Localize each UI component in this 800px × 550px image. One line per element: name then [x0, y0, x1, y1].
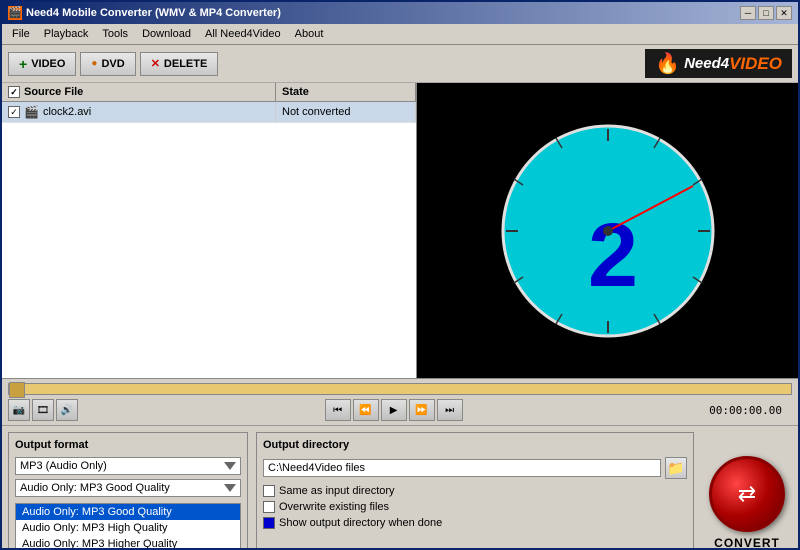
close-button[interactable]: ✕	[776, 6, 792, 20]
window-title: Need4 Mobile Converter (WMV & MP4 Conver…	[26, 7, 281, 19]
convert-button[interactable]: ⇄	[709, 456, 785, 532]
dvd-btn-label: DVD	[101, 58, 124, 70]
delete-icon: ✕	[151, 57, 160, 70]
media-controls: ⏮ ⏪ ▶ ⏩ ⏭	[325, 399, 463, 421]
svg-text:2: 2	[588, 206, 638, 306]
filmstrip-button[interactable]: 🎞	[32, 399, 54, 421]
timecode: 00:00:00.00	[709, 404, 792, 417]
plus-icon: +	[19, 57, 27, 71]
volume-button[interactable]: 🔊	[56, 399, 78, 421]
output-format-panel: Output format MP3 (Audio Only) Audio Onl…	[8, 432, 248, 550]
file-state: Not converted	[282, 106, 350, 118]
file-list-rows: 🎬 clock2.avi Not converted	[2, 102, 416, 378]
dropdown-item-high[interactable]: Audio Only: MP3 High Quality	[16, 520, 240, 536]
add-dvd-button[interactable]: ● DVD	[80, 52, 135, 76]
skip-start-button[interactable]: ⏮	[325, 399, 351, 421]
file-checkbox[interactable]	[8, 106, 20, 118]
add-video-button[interactable]: + VIDEO	[8, 52, 76, 76]
same-as-input-checkbox[interactable]	[263, 485, 275, 497]
title-bar: 🎬 Need4 Mobile Converter (WMV & MP4 Conv…	[2, 2, 798, 24]
file-name: clock2.avi	[43, 106, 91, 118]
same-as-input-label: Same as input directory	[279, 485, 395, 497]
menu-bar: File Playback Tools Download All Need4Vi…	[2, 24, 798, 45]
menu-file[interactable]: File	[6, 26, 36, 42]
maximize-button[interactable]: □	[758, 6, 774, 20]
toolbar: + VIDEO ● DVD ✕ DELETE 🔥 Need4 VIDEO	[2, 45, 798, 83]
rewind-button[interactable]: ⏪	[353, 399, 379, 421]
output-dir-panel: Output directory 📁 Same as input directo…	[256, 432, 694, 550]
output-format-title: Output format	[15, 439, 241, 451]
fast-forward-button[interactable]: ⏩	[409, 399, 435, 421]
show-output-label: Show output directory when done	[279, 517, 442, 529]
video-btn-label: VIDEO	[31, 58, 65, 70]
logo: 🔥 Need4 VIDEO	[645, 49, 792, 78]
seekbar[interactable]	[8, 383, 792, 395]
file-list-header: Source File State	[2, 83, 416, 102]
convert-arrows-icon: ⇄	[738, 481, 756, 507]
overwrite-checkbox[interactable]	[263, 501, 275, 513]
seekbar-area: 📷 🎞 🔊 ⏮ ⏪ ▶ ⏩ ⏭ 00:00:00.00	[2, 378, 798, 425]
delete-button[interactable]: ✕ DELETE	[140, 52, 219, 76]
state-header: State	[276, 83, 416, 101]
menu-about[interactable]: About	[289, 26, 330, 42]
file-icon: 🎬	[24, 105, 39, 119]
quality-dropdown: Audio Only: MP3 Good Quality Audio Only:…	[15, 503, 241, 550]
convert-panel: ⇄ CONVERT	[702, 432, 792, 550]
file-state-cell: Not converted	[276, 102, 416, 122]
table-row[interactable]: 🎬 clock2.avi Not converted	[2, 102, 416, 123]
convert-label: CONVERT	[714, 536, 780, 550]
video-canvas: 2	[448, 111, 768, 351]
menu-all-need4video[interactable]: All Need4Video	[199, 26, 287, 42]
bottom-panels: Output format MP3 (Audio Only) Audio Onl…	[2, 425, 798, 550]
app-icon: 🎬	[8, 6, 22, 20]
flame-icon: 🔥	[655, 51, 680, 76]
overwrite-label: Overwrite existing files	[279, 501, 389, 513]
menu-tools[interactable]: Tools	[96, 26, 134, 42]
minimize-button[interactable]: ─	[740, 6, 756, 20]
screenshot-button[interactable]: 📷	[8, 399, 30, 421]
quality-select[interactable]: Audio Only: MP3 Good Quality	[15, 479, 241, 497]
show-output-checkbox[interactable]	[263, 517, 275, 529]
file-name-cell: 🎬 clock2.avi	[2, 102, 276, 122]
source-file-header: Source File	[2, 83, 276, 101]
browse-button[interactable]: 📁	[665, 457, 687, 479]
menu-download[interactable]: Download	[136, 26, 197, 42]
output-dir-title: Output directory	[263, 439, 687, 451]
format-select[interactable]: MP3 (Audio Only)	[15, 457, 241, 475]
delete-btn-label: DELETE	[164, 58, 207, 70]
logo-text: VIDEO	[729, 54, 782, 74]
dropdown-item-good[interactable]: Audio Only: MP3 Good Quality	[16, 504, 240, 520]
output-dir-input[interactable]	[263, 459, 661, 477]
dvd-icon: ●	[91, 58, 97, 69]
seekbar-thumb[interactable]	[9, 382, 25, 398]
main-content: Source File State 🎬 clock2.avi Not conve…	[2, 83, 798, 378]
left-controls: 📷 🎞 🔊	[8, 399, 78, 421]
menu-playback[interactable]: Playback	[38, 26, 95, 42]
convert-btn-inner: ⇄	[738, 481, 756, 507]
play-button[interactable]: ▶	[381, 399, 407, 421]
file-list-panel: Source File State 🎬 clock2.avi Not conve…	[2, 83, 417, 378]
dropdown-item-higher[interactable]: Audio Only: MP3 Higher Quality	[16, 536, 240, 550]
skip-end-button[interactable]: ⏭	[437, 399, 463, 421]
select-all-checkbox[interactable]	[8, 86, 20, 98]
video-preview: 2	[417, 83, 798, 378]
